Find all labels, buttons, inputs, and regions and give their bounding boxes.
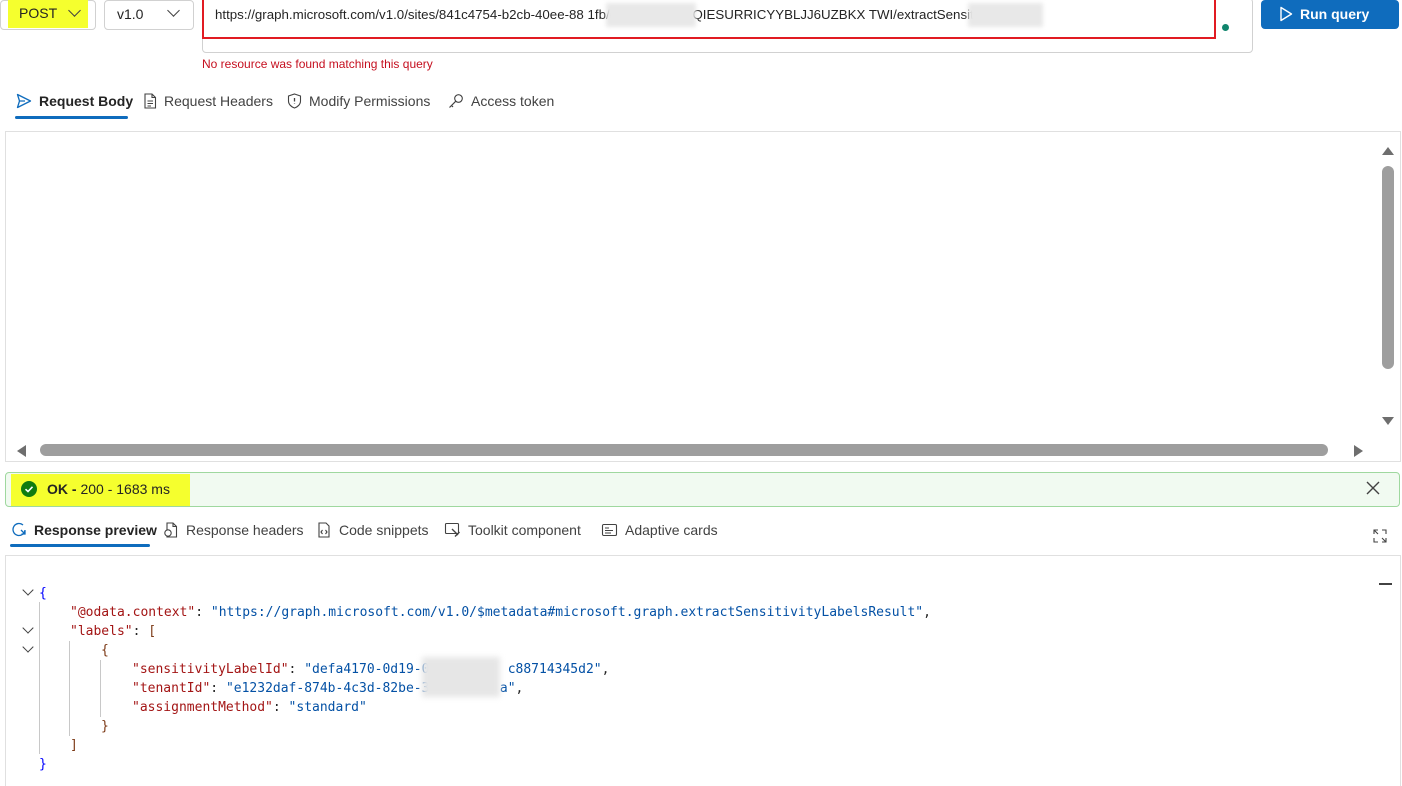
scroll-down-icon[interactable] <box>1380 416 1396 428</box>
minimize-icon[interactable] <box>1379 583 1392 585</box>
json-line: "sensitivityLabelId": "defa4170-0d19-0 c… <box>132 662 610 677</box>
status-ok: OK - <box>47 481 77 497</box>
url-highlight-box <box>202 0 1216 39</box>
json-line: ] <box>70 738 78 753</box>
tab-response-headers[interactable]: Response headers <box>163 522 304 538</box>
http-method-value: POST <box>19 5 58 21</box>
tab-label: Code snippets <box>339 522 429 538</box>
json-key: "sensitivityLabelId" <box>132 662 289 677</box>
code-icon <box>318 522 330 538</box>
status-text: OK - 200 - 1683 ms <box>47 481 170 497</box>
json-line: "@odata.context": "https://graph.microso… <box>70 605 931 620</box>
vertical-scrollbar-thumb[interactable] <box>1382 166 1394 369</box>
shield-icon <box>287 93 302 109</box>
json-line: "labels": [ <box>70 624 157 639</box>
horizontal-scrollbar-thumb[interactable] <box>40 444 1328 456</box>
tab-label: Request Body <box>39 93 134 109</box>
status-dot <box>1222 24 1229 31</box>
scroll-left-icon[interactable] <box>15 444 27 458</box>
tab-request-body[interactable]: Request Body <box>16 93 133 109</box>
json-line: "assignmentMethod": "standard" <box>132 700 367 715</box>
request-body-editor[interactable] <box>5 131 1401 462</box>
json-value: "standard" <box>288 700 367 715</box>
tab-access-token[interactable]: Access token <box>448 93 554 109</box>
response-status-bar <box>5 472 1400 507</box>
checkmark-circle-icon <box>21 481 37 497</box>
json-key: "assignmentMethod" <box>132 700 273 715</box>
json-value: "https://graph.microsoft.com/v1.0/$metad… <box>210 605 924 620</box>
card-icon <box>601 523 618 537</box>
version-value: v1.0 <box>117 6 144 22</box>
document-icon <box>144 93 157 109</box>
url-error-message: No resource was found matching this quer… <box>202 57 433 71</box>
active-tab-indicator <box>15 116 128 119</box>
scroll-up-icon[interactable] <box>1380 144 1396 156</box>
tab-adaptive-cards[interactable]: Adaptive cards <box>601 522 718 538</box>
run-query-label: Run query <box>1300 6 1370 22</box>
status-detail: 200 - 1683 ms <box>76 481 170 497</box>
tab-modify-permissions[interactable]: Modify Permissions <box>287 93 430 109</box>
close-icon[interactable] <box>1366 481 1380 495</box>
indent-guide <box>100 660 101 717</box>
tab-label: Adaptive cards <box>625 522 718 538</box>
tab-code-snippets[interactable]: Code snippets <box>316 522 429 538</box>
tab-response-preview[interactable]: Response preview <box>12 522 157 538</box>
active-tab-indicator <box>10 544 150 547</box>
document-icon <box>164 522 178 538</box>
tab-label: Toolkit component <box>468 522 581 538</box>
key-icon <box>449 94 463 108</box>
tab-label: Response preview <box>34 522 157 538</box>
run-query-button[interactable]: Run query <box>1261 0 1399 29</box>
json-line: { <box>101 643 109 658</box>
tab-label: Modify Permissions <box>309 93 431 109</box>
json-key: "@odata.context" <box>70 605 196 620</box>
play-icon <box>1280 6 1293 22</box>
json-key: "tenantId" <box>132 681 211 696</box>
scroll-right-icon[interactable] <box>1353 444 1365 458</box>
toolkit-icon <box>444 522 460 537</box>
json-key: "labels" <box>70 624 133 639</box>
send-icon <box>16 93 32 109</box>
tab-label: Request Headers <box>164 93 273 109</box>
tab-label: Response headers <box>186 522 304 538</box>
tab-request-headers[interactable]: Request Headers <box>143 93 273 109</box>
preview-icon <box>12 522 26 537</box>
expand-icon[interactable] <box>1372 528 1388 544</box>
redacted-region <box>422 657 500 697</box>
tab-label: Access token <box>471 93 555 109</box>
json-line: { <box>39 586 47 601</box>
json-line: } <box>101 719 109 734</box>
json-line: } <box>39 757 47 772</box>
indent-guide <box>39 602 40 754</box>
tab-toolkit-component[interactable]: Toolkit component <box>444 522 581 538</box>
indent-guide <box>69 641 70 736</box>
